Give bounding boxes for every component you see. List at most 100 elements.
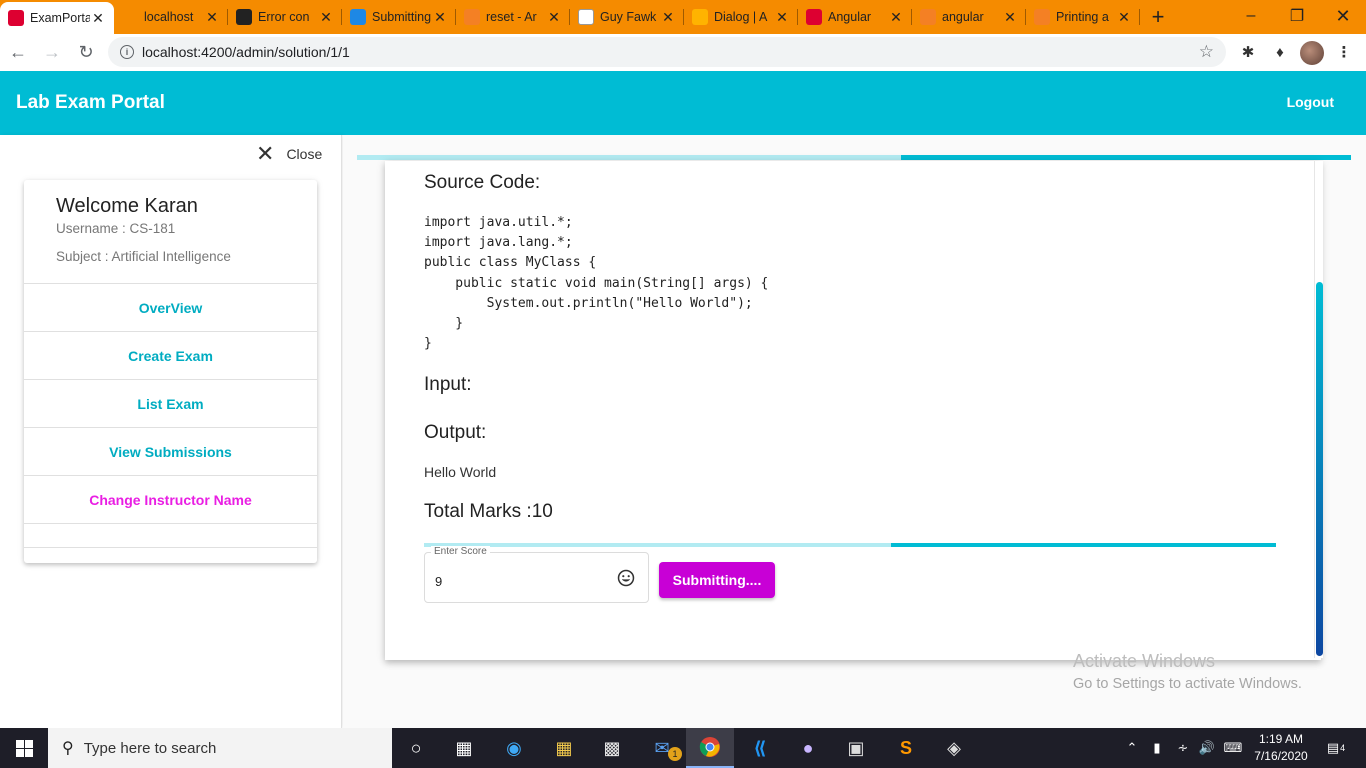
score-input[interactable]: 9 [435, 574, 442, 589]
browser-tab-title[interactable]: Guy Fawk [600, 10, 660, 24]
close-tab-icon[interactable]: ✕ [90, 10, 106, 27]
close-tab-icon[interactable]: ✕ [1002, 9, 1018, 26]
windows-taskbar: ⚲ Type here to search ○ ▦ ◉ ▦ ▩ ✉ 1 ⟪ ● ▣… [0, 728, 1366, 768]
terminal-icon[interactable]: ▣ [832, 728, 880, 768]
browser-tab[interactable]: localhost ✕ [114, 0, 228, 34]
score-field[interactable]: Enter Score 9 [424, 546, 649, 603]
url-text[interactable]: localhost:4200/admin/solution/1/1 [142, 44, 350, 60]
notification-center-icon[interactable]: ▤ 4 [1322, 728, 1350, 768]
close-tab-icon[interactable]: ✕ [318, 9, 334, 26]
site-info-icon[interactable]: i [120, 45, 134, 59]
volume-icon[interactable]: 🔊 [1196, 728, 1218, 768]
browser-tab-title[interactable]: localhost [144, 10, 204, 24]
clock-time: 1:19 AM [1258, 732, 1304, 746]
score-field-label: Enter Score [431, 546, 490, 557]
sidebar-bottom-divider [24, 547, 317, 548]
close-sidenav-button[interactable]: ✕ Close [256, 143, 322, 165]
new-tab-plus-icon[interactable]: + [1144, 0, 1172, 34]
panel-scrollbar-thumb[interactable] [1316, 282, 1323, 656]
task-view-icon[interactable]: ▦ [440, 728, 488, 768]
url-omnibox[interactable]: i localhost:4200/admin/solution/1/1 ☆ [108, 37, 1226, 67]
taskbar-clock[interactable]: 1:19 AM 7/16/2020 [1246, 731, 1316, 765]
browser-tab-title[interactable]: Submitting [372, 10, 432, 24]
browser-tab-title[interactable]: ExamPortal [30, 11, 90, 25]
sublime-text-icon[interactable]: S [882, 728, 930, 768]
wifi-icon[interactable]: ∻ [1172, 728, 1194, 768]
top-progress-fill [901, 155, 1351, 160]
input-heading: Input: [424, 374, 472, 395]
close-tab-icon[interactable]: ✕ [774, 9, 790, 26]
stackoverflow-icon [464, 9, 480, 25]
username-text: Username : CS-181 [56, 221, 176, 236]
logout-button[interactable]: Logout [1287, 94, 1334, 110]
browser-tab-title[interactable]: Angular [828, 10, 888, 24]
file-explorer-icon[interactable]: ▦ [540, 728, 588, 768]
sidebar-item-create-exam[interactable]: Create Exam [24, 331, 317, 379]
bookmark-star-icon[interactable]: ☆ [1199, 42, 1214, 62]
browser-tab[interactable]: Angular ✕ [798, 0, 912, 34]
close-tab-icon[interactable]: ✕ [660, 9, 676, 26]
edge-browser-icon[interactable]: ◉ [490, 728, 538, 768]
close-tab-icon[interactable]: ✕ [204, 9, 220, 26]
browser-tab[interactable]: ExamPortal ✕ [0, 2, 114, 34]
sidebar-item-change-instructor-name[interactable]: Change Instructor Name [24, 475, 317, 523]
mail-icon[interactable]: ✉ 1 [638, 728, 686, 768]
windows-start-icon[interactable] [0, 728, 48, 768]
close-label[interactable]: Close [286, 146, 322, 162]
browser-tab[interactable]: Dialog | A ✕ [684, 0, 798, 34]
vscode-icon[interactable]: ⟪ [736, 728, 784, 768]
browser-tab-title[interactable]: Printing a [1056, 10, 1116, 24]
submit-score-button[interactable]: Submitting.... [659, 562, 775, 598]
browser-tab-title[interactable]: reset - Ar [486, 10, 546, 24]
sidebar-item-view-submissions[interactable]: View Submissions [24, 427, 317, 475]
browser-menu-icon[interactable]: ⋮ [1330, 38, 1358, 66]
close-tab-icon[interactable]: ✕ [888, 9, 904, 26]
sidebar-item-overview[interactable]: OverView [24, 283, 317, 331]
tab-separator [1139, 9, 1140, 25]
stackoverflow-icon [920, 9, 936, 25]
browser-tab[interactable]: Printing a ✕ [1026, 0, 1140, 34]
tray-overflow-icon[interactable]: ⌃ [1122, 728, 1142, 768]
welcome-heading: Welcome Karan [56, 195, 198, 217]
browser-tab-title[interactable]: Error con [258, 10, 318, 24]
notification-count: 4 [1340, 743, 1346, 753]
github-desktop-icon[interactable]: ● [784, 728, 832, 768]
sidebar-nav: OverView Create Exam List Exam View Subm… [24, 283, 317, 548]
extension-antenna-icon[interactable]: ✱ [1234, 38, 1262, 66]
profile-avatar[interactable] [1300, 41, 1324, 65]
browser-tab[interactable]: angular ✕ [912, 0, 1026, 34]
sidebar-item-list-exam[interactable]: List Exam [24, 379, 317, 427]
submit-progress-bar [424, 543, 1276, 547]
close-tab-icon[interactable]: ✕ [1116, 9, 1132, 26]
taskbar-search[interactable]: ⚲ Type here to search [48, 728, 392, 768]
activate-windows-subtitle: Go to Settings to activate Windows. [1073, 676, 1302, 692]
close-tab-icon[interactable]: ✕ [432, 9, 448, 26]
address-bar: ← → ↻ i localhost:4200/admin/solution/1/… [0, 34, 1366, 71]
chrome-icon[interactable] [686, 728, 734, 768]
app-stack-icon[interactable]: ◈ [930, 728, 978, 768]
smiley-icon [617, 569, 635, 587]
minimize-window-icon[interactable]: – [1228, 0, 1274, 32]
extensions-puzzle-icon[interactable]: ♦ [1266, 38, 1294, 66]
forward-arrow-icon[interactable]: → [36, 37, 68, 69]
battery-icon[interactable]: ▮ [1146, 728, 1168, 768]
angular-icon [806, 9, 822, 25]
back-arrow-icon[interactable]: ← [2, 37, 34, 69]
browserstack-icon [350, 9, 366, 25]
browser-tab-title[interactable]: angular [942, 10, 1002, 24]
taskbar-search-placeholder[interactable]: Type here to search [84, 740, 217, 757]
close-window-icon[interactable]: ✕ [1320, 0, 1366, 32]
browser-tab[interactable]: Error con ✕ [228, 0, 342, 34]
browser-tab[interactable]: Submitting ✕ [342, 0, 456, 34]
cortana-icon[interactable]: ○ [392, 728, 440, 768]
reload-icon[interactable]: ↻ [70, 37, 102, 69]
close-tab-icon[interactable]: ✕ [546, 9, 562, 26]
browser-tab[interactable]: reset - Ar ✕ [456, 0, 570, 34]
store-icon[interactable]: ▩ [588, 728, 636, 768]
close-icon[interactable]: ✕ [256, 143, 274, 165]
browser-tab-title[interactable]: Dialog | A [714, 10, 774, 24]
restore-window-icon[interactable]: ❐ [1274, 0, 1320, 32]
keyboard-icon[interactable]: ⌨ [1220, 728, 1246, 768]
solution-panel: Source Code: import java.util.*; import … [385, 161, 1321, 660]
browser-tab[interactable]: Guy Fawk ✕ [570, 0, 684, 34]
